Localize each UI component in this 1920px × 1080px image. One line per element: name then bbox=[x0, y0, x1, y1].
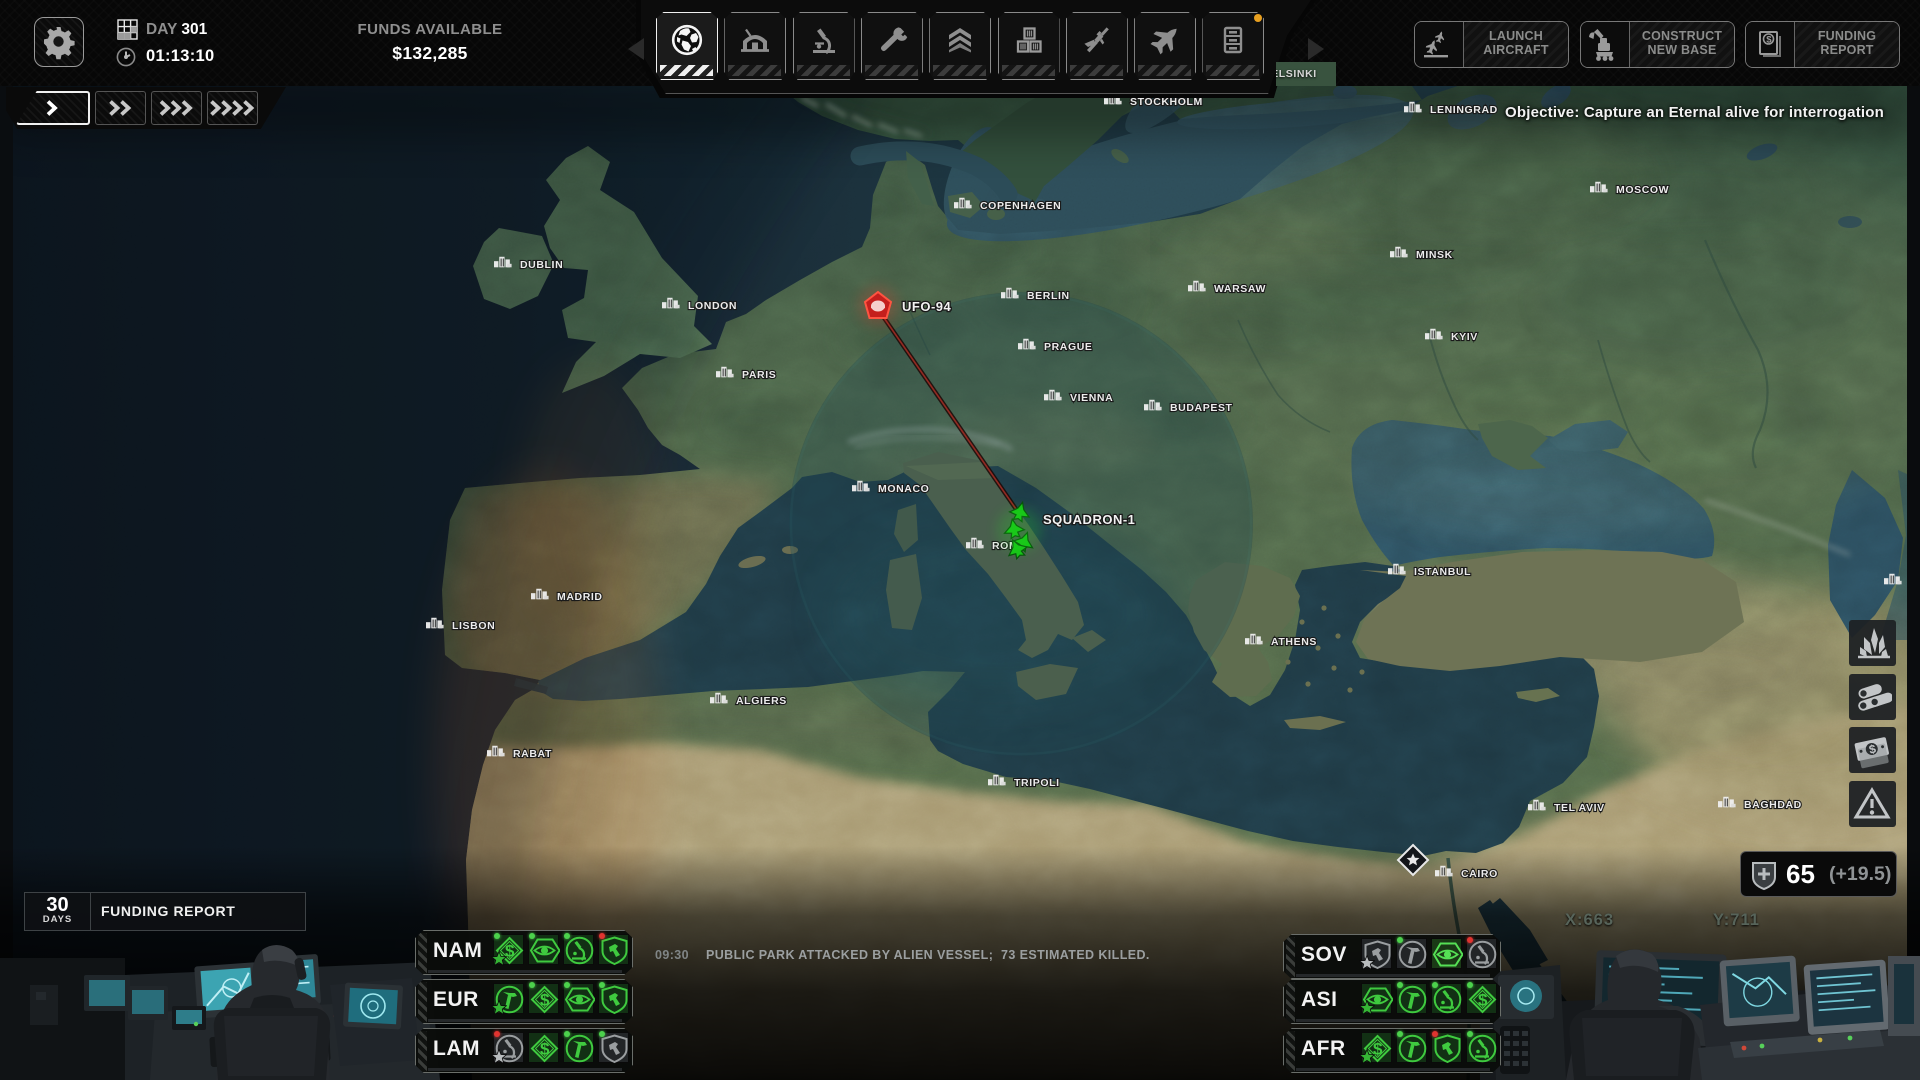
svg-text:$: $ bbox=[540, 991, 550, 1010]
svg-text:DUBLIN: DUBLIN bbox=[520, 259, 563, 271]
svg-text:$: $ bbox=[540, 1040, 550, 1059]
svg-text:COPENHAGEN: COPENHAGEN bbox=[980, 200, 1061, 212]
svg-text:LISBON: LISBON bbox=[452, 620, 495, 632]
svg-text:ISTANBUL: ISTANBUL bbox=[1414, 566, 1471, 578]
svg-text:MONACO: MONACO bbox=[878, 483, 929, 495]
svg-text:KYIV: KYIV bbox=[1451, 331, 1478, 343]
svg-text:TRIPOLI: TRIPOLI bbox=[1014, 777, 1060, 789]
svg-text:CAIRO: CAIRO bbox=[1461, 868, 1498, 880]
svg-text:$: $ bbox=[1478, 991, 1488, 1010]
svg-text:MADRID: MADRID bbox=[557, 591, 603, 603]
svg-text:ALGIERS: ALGIERS bbox=[736, 695, 787, 707]
svg-text:WARSAW: WARSAW bbox=[1214, 283, 1266, 295]
svg-text:MOSCOW: MOSCOW bbox=[1616, 184, 1669, 196]
svg-text:BAGHDAD: BAGHDAD bbox=[1744, 799, 1802, 811]
svg-text:UFO-94: UFO-94 bbox=[902, 299, 952, 314]
svg-text:LONDON: LONDON bbox=[688, 300, 737, 312]
svg-text:$: $ bbox=[1766, 35, 1772, 46]
svg-text:ATHENS: ATHENS bbox=[1271, 636, 1317, 648]
svg-text:SQUADRON-1: SQUADRON-1 bbox=[1043, 512, 1135, 527]
svg-text:VIENNA: VIENNA bbox=[1070, 392, 1113, 404]
svg-text:PARIS: PARIS bbox=[742, 369, 776, 381]
svg-text:TEL AVIV: TEL AVIV bbox=[1554, 802, 1605, 814]
svg-text:MINSK: MINSK bbox=[1416, 249, 1453, 261]
svg-text:RABAT: RABAT bbox=[513, 748, 552, 760]
svg-text:PRAGUE: PRAGUE bbox=[1044, 341, 1093, 353]
svg-text:BERLIN: BERLIN bbox=[1027, 290, 1070, 302]
svg-text:BUDAPEST: BUDAPEST bbox=[1170, 402, 1233, 414]
